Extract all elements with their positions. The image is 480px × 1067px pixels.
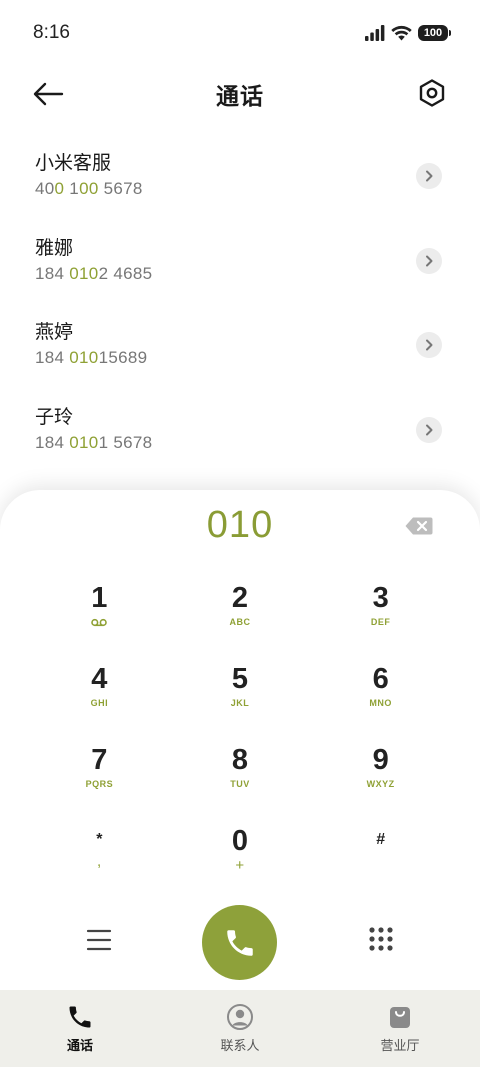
chevron-right-icon bbox=[426, 170, 433, 182]
phone-icon bbox=[69, 1006, 91, 1028]
key-letters: TUV bbox=[230, 779, 250, 789]
list-item[interactable]: 子玲 184 0101 5678 bbox=[0, 388, 480, 473]
key-letters: + bbox=[235, 857, 245, 874]
key-digit: 6 bbox=[372, 663, 389, 695]
contact-number: 184 01015689 bbox=[35, 346, 480, 370]
battery-level: 100 bbox=[423, 27, 443, 39]
number-match: 00 bbox=[79, 179, 99, 198]
status-bar: 8:16 100 bbox=[0, 0, 480, 66]
key-3[interactable]: 3 DEF bbox=[310, 580, 451, 661]
key-letters: DEF bbox=[370, 617, 391, 627]
contact-detail-button[interactable] bbox=[416, 332, 442, 358]
contact-detail-button[interactable] bbox=[416, 163, 442, 189]
nav-label: 联系人 bbox=[220, 1038, 260, 1053]
key-digit: 4 bbox=[91, 663, 108, 695]
nav-item-calls[interactable]: 通话 bbox=[0, 990, 160, 1067]
key-5[interactable]: 5 JKL bbox=[170, 661, 311, 742]
contact-name: 雅娜 bbox=[35, 237, 74, 259]
shopping-bag-icon bbox=[390, 1007, 410, 1028]
key-0[interactable]: 0 + bbox=[170, 823, 311, 904]
number-match: 0 bbox=[54, 179, 65, 198]
key-7[interactable]: 7 PQRS bbox=[29, 742, 170, 823]
contact-detail-button[interactable] bbox=[416, 416, 442, 443]
key-letters: PQRS bbox=[85, 779, 114, 789]
settings-icon[interactable] bbox=[417, 78, 447, 108]
list-item[interactable]: 燕婷 184 01015689 bbox=[0, 303, 480, 388]
key-digit: 5 bbox=[231, 663, 249, 695]
key-letters: , bbox=[96, 853, 102, 870]
number-match: 010 bbox=[69, 263, 99, 283]
signal-icon bbox=[365, 25, 385, 41]
key-letters: WXYZ bbox=[366, 779, 395, 789]
contacts-icon bbox=[227, 1004, 253, 1030]
list-item[interactable]: 雅娜 184 0102 4685 bbox=[0, 219, 480, 304]
contact-name: 小米客服 bbox=[35, 153, 112, 174]
key-letters: ABC bbox=[229, 617, 251, 627]
key-8[interactable]: 8 TUV bbox=[170, 742, 311, 823]
chevron-right-icon bbox=[426, 424, 433, 435]
dialpad-actions bbox=[0, 905, 480, 981]
number-part: 1 bbox=[64, 179, 80, 198]
wifi-icon bbox=[391, 25, 412, 41]
back-arrow-icon[interactable] bbox=[32, 80, 64, 108]
number-part: 184 bbox=[35, 263, 70, 283]
page-title: 通话 bbox=[216, 83, 264, 109]
key-digit: 3 bbox=[372, 582, 389, 614]
key-2[interactable]: 2 ABC bbox=[170, 580, 311, 661]
contact-number: 184 0101 5678 bbox=[35, 431, 480, 455]
key-letters: GHI bbox=[90, 698, 109, 708]
menu-icon[interactable] bbox=[86, 928, 112, 952]
nav-label: 营业厅 bbox=[380, 1038, 420, 1053]
number-part: 40 bbox=[35, 179, 55, 198]
nav-label: 通话 bbox=[66, 1038, 93, 1053]
contact-detail-button[interactable] bbox=[416, 247, 442, 274]
key-1[interactable]: 1 bbox=[29, 580, 170, 661]
keypad-toggle-icon[interactable] bbox=[368, 926, 394, 952]
contact-name: 燕婷 bbox=[35, 322, 74, 343]
chevron-right-icon bbox=[426, 255, 433, 266]
number-part: 15689 bbox=[98, 348, 148, 367]
list-item[interactable]: 小米客服 400 100 5678 bbox=[0, 134, 480, 219]
contact-number: 400 100 5678 bbox=[35, 177, 480, 201]
key-digit: 8 bbox=[231, 744, 249, 776]
key-6[interactable]: 6 MNO bbox=[310, 661, 451, 742]
key-9[interactable]: 9 WXYZ bbox=[310, 742, 451, 823]
key-letters: JKL bbox=[230, 698, 250, 708]
dialpad-sheet: 010 1 2 ABC 3 DEF 4 GHI 5 JKL 6 MNO 7 PQ… bbox=[0, 490, 480, 990]
key-digit: 9 bbox=[372, 744, 389, 776]
key-digit: 1 bbox=[91, 582, 108, 614]
backspace-icon[interactable] bbox=[404, 516, 434, 536]
number-part: 1 5678 bbox=[98, 432, 153, 452]
number-part: 184 bbox=[35, 348, 70, 367]
bottom-nav: 通话 联系人 营业厅 bbox=[0, 990, 480, 1067]
contact-name: 子玲 bbox=[35, 406, 74, 428]
contact-list: 小米客服 400 100 5678 雅娜 184 0102 4685 燕婷 18… bbox=[0, 134, 480, 472]
status-time: 8:16 bbox=[33, 22, 70, 43]
key-digit: 0 bbox=[231, 825, 249, 857]
nav-item-contacts[interactable]: 联系人 bbox=[160, 990, 320, 1067]
key-letters: MNO bbox=[369, 698, 392, 708]
battery-indicator: 100 bbox=[418, 25, 451, 41]
number-match: 010 bbox=[69, 432, 99, 452]
key-hash[interactable]: # bbox=[310, 823, 451, 904]
key-digit: * bbox=[96, 831, 103, 848]
keypad: 1 2 ABC 3 DEF 4 GHI 5 JKL 6 MNO 7 PQRS 8… bbox=[29, 580, 451, 904]
number-part: 5678 bbox=[98, 179, 143, 198]
call-button[interactable] bbox=[202, 905, 277, 980]
nav-item-store[interactable]: 营业厅 bbox=[320, 990, 480, 1067]
status-icons: 100 bbox=[365, 25, 451, 41]
key-digit: 2 bbox=[231, 582, 249, 614]
key-digit: 7 bbox=[91, 744, 108, 776]
chevron-right-icon bbox=[426, 339, 433, 351]
key-star[interactable]: * , bbox=[29, 823, 170, 904]
voicemail-icon bbox=[91, 618, 108, 627]
contact-number: 184 0102 4685 bbox=[35, 262, 480, 286]
app-header: 通话 bbox=[0, 66, 480, 122]
key-digit: # bbox=[376, 831, 386, 848]
number-part: 2 4685 bbox=[98, 263, 153, 283]
number-match: 010 bbox=[69, 348, 99, 367]
number-part: 184 bbox=[35, 432, 70, 452]
key-4[interactable]: 4 GHI bbox=[29, 661, 170, 742]
phone-icon bbox=[226, 929, 253, 956]
